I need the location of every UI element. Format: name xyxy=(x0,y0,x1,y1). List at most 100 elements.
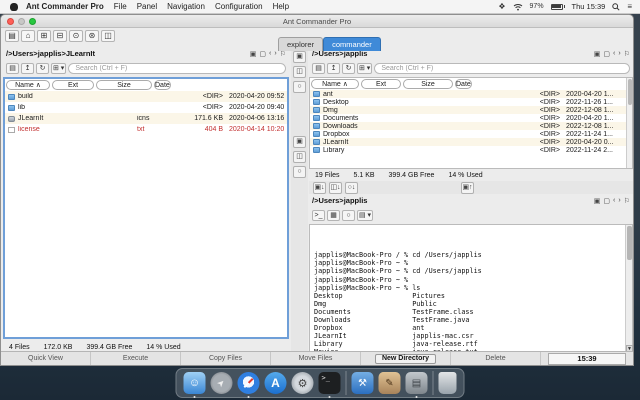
swap-panels-icon[interactable]: ◫ xyxy=(101,30,115,42)
expand-up-icon[interactable]: ▣↑ xyxy=(461,181,474,194)
sync-panel-icon[interactable]: ○ xyxy=(293,166,306,178)
drive-icon[interactable]: ▤ xyxy=(5,30,19,42)
copy-path-icon[interactable]: ▣ xyxy=(594,50,601,58)
terminal-path[interactable]: />Users>japplis xyxy=(312,196,367,205)
column-header[interactable]: Size xyxy=(403,79,453,89)
function-button[interactable]: Move Files xyxy=(271,352,361,365)
archive-app-icon[interactable]: ▤ xyxy=(405,372,428,398)
back-icon[interactable]: ‹ xyxy=(613,50,615,58)
menu-item[interactable]: Configuration xyxy=(215,2,263,11)
copy-down-icon[interactable]: ◫↓ xyxy=(329,181,342,194)
new-shell-icon[interactable]: ▦ xyxy=(327,209,340,221)
up-level-icon[interactable]: ↥ xyxy=(327,62,340,74)
launchpad-icon[interactable]: ➤ xyxy=(210,372,233,394)
home-icon[interactable]: ⌂ xyxy=(21,30,35,42)
build[interactable]: build <DIR> 2020-04-20 09:52 xyxy=(5,91,287,102)
column-header[interactable]: Ext xyxy=(52,80,94,90)
forward-icon[interactable]: › xyxy=(274,50,276,58)
column-header[interactable]: Date xyxy=(154,80,171,90)
trash-icon[interactable] xyxy=(438,372,457,394)
apple-menu-icon[interactable] xyxy=(10,2,18,11)
sync-down-icon[interactable]: ○↓ xyxy=(345,181,358,194)
expand-panel-icon[interactable]: ▣ xyxy=(293,51,306,63)
column-header[interactable]: Name ∧ xyxy=(311,79,359,89)
function-button[interactable]: Delete xyxy=(451,352,541,365)
up-level-icon[interactable]: ↥ xyxy=(21,62,34,74)
menu-item[interactable]: Help xyxy=(273,2,289,11)
Library[interactable]: Library <DIR> 2022-11-24 2... xyxy=(310,146,632,154)
back-icon[interactable]: ‹ xyxy=(613,197,615,205)
Documents[interactable]: Documents <DIR> 2020-04-20 1... xyxy=(310,114,632,122)
menu-item[interactable]: Panel xyxy=(137,2,157,11)
tab[interactable]: explorer xyxy=(278,37,324,51)
forward-icon[interactable]: › xyxy=(618,50,620,58)
xcode-icon[interactable]: ⚒ xyxy=(351,372,374,394)
right-search-input[interactable] xyxy=(374,62,630,74)
forward-icon[interactable]: › xyxy=(618,197,620,205)
Dropbox[interactable]: Dropbox <DIR> 2022-11-24 1... xyxy=(310,130,632,138)
add-panel-icon[interactable]: ⊞ xyxy=(37,30,51,42)
expand-down-icon[interactable]: ▣↓ xyxy=(313,181,326,194)
terminal-scrollbar[interactable]: ▼ xyxy=(625,225,633,352)
print-icon[interactable]: ▤ xyxy=(312,62,325,74)
column-header[interactable]: Date xyxy=(455,79,472,89)
copy-path-icon[interactable]: ▣ xyxy=(594,197,601,205)
dock-separator[interactable] xyxy=(345,371,347,395)
copy-panel-icon[interactable]: ◫ xyxy=(293,151,306,163)
dock-separator[interactable] xyxy=(432,371,434,395)
wifi-icon[interactable] xyxy=(513,3,523,11)
remove-panel-icon[interactable]: ⊟ xyxy=(53,30,67,42)
function-button[interactable]: Quick View xyxy=(1,352,91,365)
finder-icon[interactable]: ☺ xyxy=(183,372,206,398)
spotlight-icon[interactable] xyxy=(612,2,620,11)
search-icon[interactable]: ⊙ xyxy=(69,30,83,42)
script-editor-icon[interactable]: ✎ xyxy=(378,372,401,394)
ant[interactable]: ant <DIR> 2020-04-20 1... xyxy=(310,90,632,98)
right-list-scrollbar[interactable] xyxy=(626,78,632,168)
lib[interactable]: lib <DIR> 2020-04-20 09:40 xyxy=(5,102,287,113)
menu-clock[interactable]: Thu 15:39 xyxy=(572,2,606,11)
left-search-input[interactable] xyxy=(68,62,286,74)
new-folder-icon[interactable]: ▢ xyxy=(603,50,610,58)
refresh-icon[interactable]: ↻ xyxy=(342,62,355,74)
function-button[interactable]: Copy Files xyxy=(181,352,271,365)
shell-select-icon[interactable]: ▤ ▾ xyxy=(357,209,374,221)
title-bar[interactable]: Ant Commander Pro xyxy=(1,15,633,28)
tab[interactable]: commander xyxy=(323,37,381,51)
expand-panel-icon[interactable]: ▣ xyxy=(293,136,306,148)
license[interactable]: license txt 404 B 2020-04-14 10:20 xyxy=(5,124,287,135)
control-center-icon[interactable]: ≡ xyxy=(627,2,632,11)
print-icon[interactable]: ▤ xyxy=(6,62,19,74)
function-button[interactable]: New Directory xyxy=(361,352,451,365)
view-mode-icon[interactable]: ⊞ ▾ xyxy=(51,62,67,74)
refresh-icon[interactable]: ↻ xyxy=(36,62,49,74)
Desktop[interactable]: Desktop <DIR> 2022-11-26 1... xyxy=(310,98,632,106)
advanced-search-icon[interactable]: ⊛ xyxy=(85,30,99,42)
column-header[interactable]: Ext xyxy=(361,79,401,89)
left-panel-path[interactable]: />Users>japplis>JLearnIt xyxy=(6,49,95,58)
new-folder-icon[interactable]: ▢ xyxy=(259,50,266,58)
function-button[interactable]: Execute xyxy=(91,352,181,365)
bookmark-icon[interactable]: ⚐ xyxy=(624,50,630,58)
terminal-output[interactable]: japplis@MacBook-Pro / % cd /Users/jappli… xyxy=(309,224,633,353)
menu-item[interactable]: Navigation xyxy=(167,2,205,11)
Dmg[interactable]: Dmg <DIR> 2022-12-08 1... xyxy=(310,106,632,114)
terminal-icon[interactable]: >_ xyxy=(318,372,341,398)
copy-panel-icon[interactable]: ◫ xyxy=(293,66,306,78)
system-preferences-icon[interactable]: ⚙ xyxy=(291,372,314,394)
copy-path-icon[interactable]: ▣ xyxy=(250,50,257,58)
column-header[interactable]: Name ∧ xyxy=(6,80,50,90)
new-folder-icon[interactable]: ▢ xyxy=(603,197,610,205)
safari-icon[interactable] xyxy=(237,372,260,398)
back-icon[interactable]: ‹ xyxy=(269,50,271,58)
column-header[interactable]: Size xyxy=(96,80,152,90)
JLearnIt[interactable]: JLearnIt icns 171.6 KB 2020-04-06 13:16 xyxy=(5,113,287,124)
terminal-icon[interactable]: >_ xyxy=(312,209,325,221)
view-mode-icon[interactable]: ⊞ ▾ xyxy=(357,62,373,74)
dropbox-menu-icon[interactable]: ❖ xyxy=(498,2,505,11)
appstore-icon[interactable]: A xyxy=(264,372,287,394)
sync-panel-icon[interactable]: ○ xyxy=(293,81,306,93)
menu-app-name[interactable]: Ant Commander Pro xyxy=(26,2,104,11)
JLearnIt[interactable]: JLearnIt <DIR> 2020-04-20 0... xyxy=(310,138,632,146)
stop-icon[interactable]: ○ xyxy=(342,209,355,221)
